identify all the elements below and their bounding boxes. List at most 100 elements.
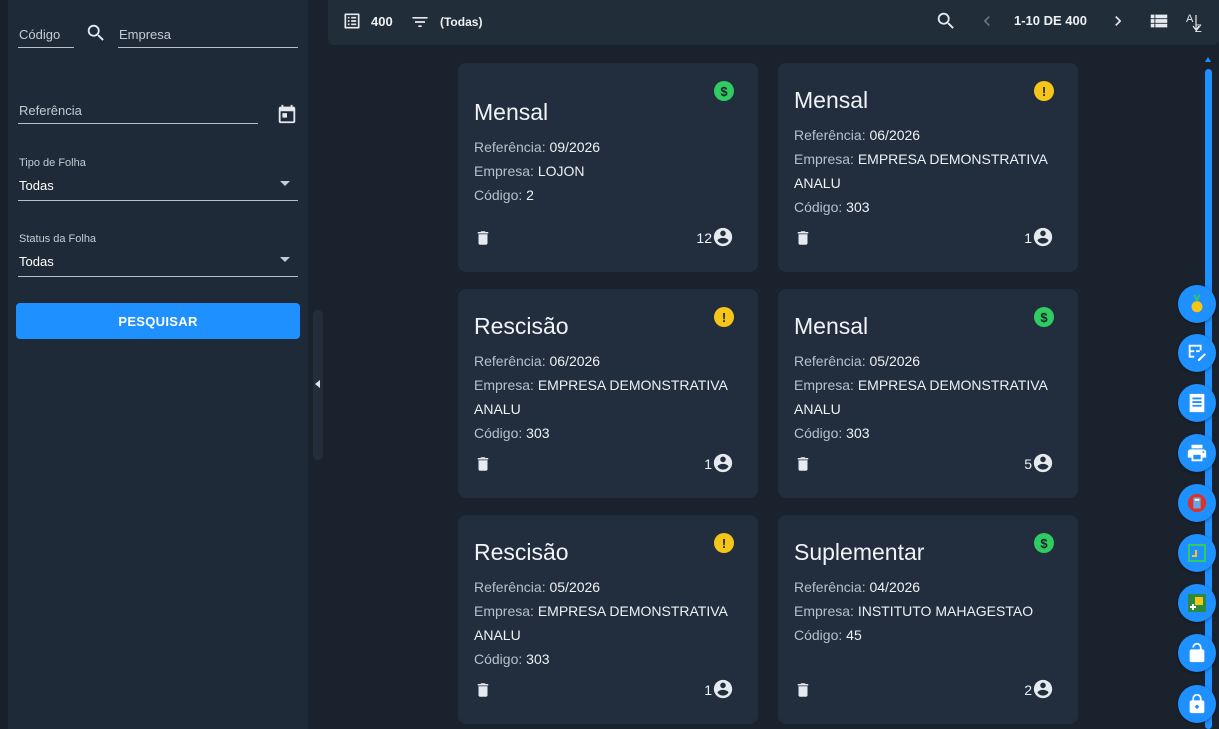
empresa-field[interactable]: Empresa [118, 22, 298, 48]
card-details: Referência: 05/2026 Empresa: EMPRESA DEMO… [794, 349, 1054, 445]
fab-table-edit[interactable] [1178, 334, 1216, 372]
fab-chart-frame[interactable] [1178, 534, 1216, 572]
card-details: Referência: 09/2026 Empresa: LOJON Código:… [474, 135, 734, 207]
card-empresa: Empresa: LOJON [474, 159, 734, 183]
codigo-field[interactable]: Código [18, 22, 74, 48]
trash-icon[interactable] [474, 454, 492, 474]
empresa-value: LOJON [537, 163, 585, 179]
card-details: Referência: 04/2026 Empresa: INSTITUTO MA… [794, 575, 1054, 647]
codigo-value: 2 [526, 187, 534, 203]
search-icon[interactable] [85, 22, 107, 44]
employee-count: 1 [704, 456, 712, 472]
card-empresa: Empresa: EMPRESA DEMONSTRATIVA ANALU [474, 599, 734, 647]
sort-alpha-icon[interactable]: A Z [1186, 10, 1208, 34]
card-referencia: Referência: 09/2026 [474, 135, 734, 159]
left-strip [0, 0, 8, 729]
codigo-value: 303 [846, 199, 870, 215]
card-codigo: Código: 303 [474, 421, 734, 445]
codigo-label: Código: [474, 425, 527, 441]
table-edit-icon [1186, 342, 1208, 364]
fab-medal[interactable] [1178, 285, 1216, 323]
empresa-label: Empresa: [474, 377, 538, 393]
card-codigo: Código: 2 [474, 183, 734, 207]
employee-count: 12 [696, 230, 712, 246]
referencia-value: 06/2026 [869, 127, 921, 143]
card-title: Mensal [474, 99, 549, 125]
fab-print[interactable] [1178, 434, 1216, 472]
scroll-up-arrow[interactable] [1205, 57, 1211, 62]
search-icon[interactable] [935, 10, 957, 32]
collapse-panel-handle[interactable] [313, 310, 323, 460]
empresa-label: Empresa: [794, 377, 858, 393]
codigo-label: Código: [794, 199, 847, 215]
card-title: Rescisão [474, 539, 569, 565]
filter-text: (Todas) [440, 15, 483, 29]
codigo-label: Código: [794, 627, 847, 643]
card-details: Referência: 06/2026 Empresa: EMPRESA DEMO… [794, 123, 1054, 219]
folha-card[interactable]: Mensal $ Referência: 09/2026 Empresa: LOJON… [458, 63, 758, 272]
total-group: 400 [342, 11, 393, 31]
chevron-left-icon[interactable] [977, 11, 997, 31]
card-referencia: Referência: 05/2026 [474, 575, 734, 599]
folha-card[interactable]: Mensal! Referência: 06/2026 Empresa: EMPRE… [778, 63, 1078, 272]
referencia-value: 04/2026 [869, 579, 921, 595]
status-folha-select[interactable]: Todas [18, 248, 298, 277]
calendar-icon[interactable] [276, 103, 298, 125]
trash-icon[interactable] [794, 228, 812, 248]
empresa-label: Empresa: [474, 163, 538, 179]
card-codigo: Código: 303 [474, 647, 734, 671]
folha-card[interactable]: Rescisão! Referência: 06/2026 Empresa: EMP… [458, 289, 758, 498]
trash-icon[interactable] [794, 680, 812, 700]
status-folha-label: Status da Folha [19, 233, 97, 245]
card-title: Rescisão [474, 313, 569, 339]
codigo-value: 303 [846, 425, 870, 441]
status-folha-value: Todas [19, 254, 54, 269]
trash-icon[interactable] [474, 680, 492, 700]
folha-card[interactable]: Rescisão! Referência: 05/2026 Empresa: EMP… [458, 515, 758, 724]
user-icon[interactable] [712, 452, 734, 474]
referencia-placeholder: Referência [19, 103, 82, 118]
user-icon[interactable] [1032, 678, 1054, 700]
folha-card[interactable]: Suplementar $ Referência: 04/2026 Empresa: … [778, 515, 1078, 724]
trash-icon[interactable] [794, 454, 812, 474]
list-icon[interactable] [342, 11, 362, 31]
card-referencia: Referência: 04/2026 [794, 575, 1054, 599]
svg-text:A: A [1186, 13, 1194, 25]
fab-lock[interactable] [1178, 685, 1216, 723]
chevron-right-icon[interactable] [1108, 11, 1128, 31]
add-box-icon [1185, 591, 1209, 615]
filter-icon[interactable] [410, 12, 430, 32]
fab-calculator[interactable] [1178, 484, 1216, 522]
empresa-label: Empresa: [794, 603, 858, 619]
employee-count: 2 [1024, 682, 1032, 698]
empresa-value: INSTITUTO MAHAGESTAO [857, 603, 1034, 619]
fab-receipt[interactable] [1178, 384, 1216, 422]
employee-count: 5 [1024, 456, 1032, 472]
tipo-folha-select[interactable]: Todas [18, 172, 298, 201]
fab-add-box[interactable] [1178, 584, 1216, 622]
employee-count: 1 [1024, 230, 1032, 246]
empresa-placeholder: Empresa [119, 27, 172, 42]
referencia-label: Referência: [474, 579, 550, 595]
user-icon[interactable] [712, 226, 734, 248]
referencia-label: Referência: [474, 139, 550, 155]
pesquisar-button[interactable]: PESQUISAR [16, 303, 300, 339]
user-icon[interactable] [1032, 226, 1054, 248]
referencia-label: Referência: [474, 353, 550, 369]
codigo-label: Código: [794, 425, 847, 441]
card-title: Mensal [794, 313, 869, 339]
folha-card[interactable]: Mensal $ Referência: 05/2026 Empresa: EMPRE… [778, 289, 1078, 498]
paid-status-icon: $ [1034, 307, 1054, 327]
fab-unlock[interactable] [1178, 634, 1216, 672]
total-count: 400 [371, 13, 393, 29]
view-list-icon[interactable] [1148, 10, 1170, 32]
card-referencia: Referência: 06/2026 [474, 349, 734, 373]
user-icon[interactable] [1032, 452, 1054, 474]
trash-icon[interactable] [474, 228, 492, 248]
card-referencia: Referência: 05/2026 [794, 349, 1054, 373]
referencia-field[interactable]: Referência [18, 97, 258, 124]
referencia-value: 09/2026 [549, 139, 601, 155]
chevron-left-icon [315, 380, 320, 388]
user-icon[interactable] [712, 678, 734, 700]
referencia-value: 06/2026 [549, 353, 601, 369]
